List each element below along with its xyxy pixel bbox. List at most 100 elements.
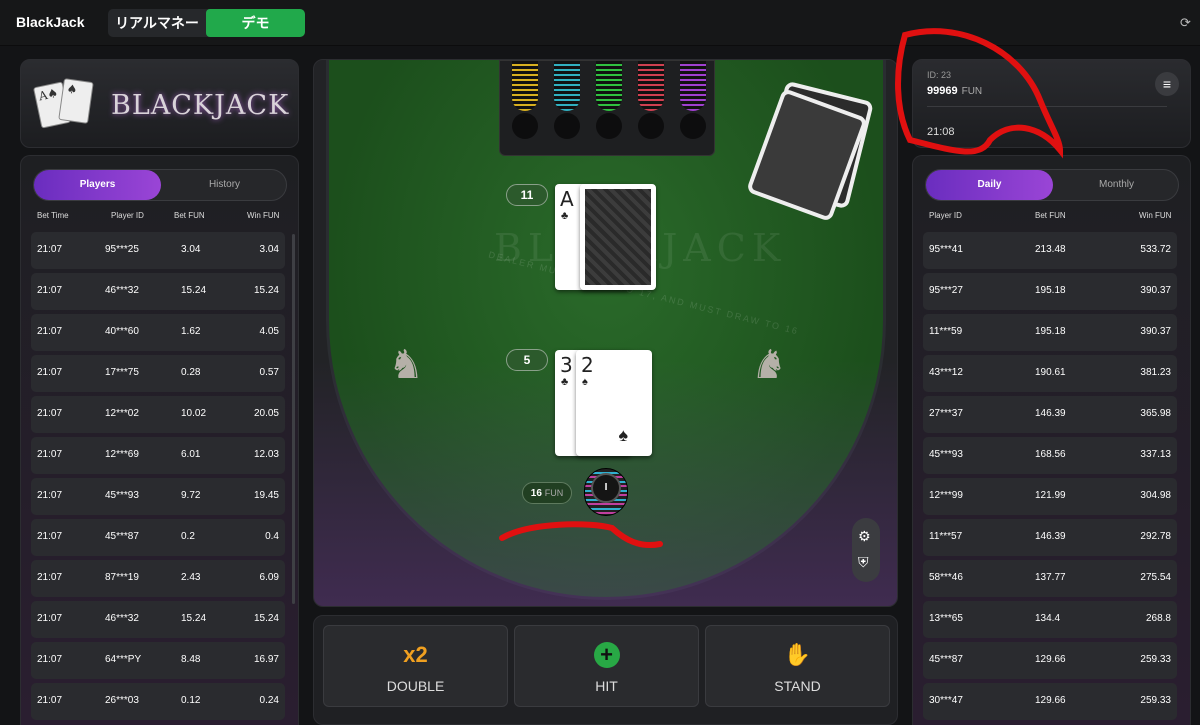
club-icon: ♣ (561, 210, 569, 222)
cell-bet: 8.48 (181, 654, 201, 665)
account-panel: ID: 23 99969 FUN 21:08 ≡ (912, 59, 1191, 148)
table-row: 21:07 45***93 9.72 19.45 (31, 478, 285, 515)
table-row: 45***93 168.56 337.13 (923, 437, 1177, 474)
table-row: 21:07 95***25 3.04 3.04 (31, 232, 285, 269)
cell-player: 12***69 (105, 449, 139, 460)
cell-bet: 0.2 (181, 531, 195, 542)
column-header-win: Win FUN (1139, 211, 1172, 220)
divider (927, 106, 1167, 107)
mode-toggle[interactable]: リアルマネー デモ (108, 9, 305, 37)
cell-bet: 146.39 (1035, 531, 1066, 542)
cell-player: 17***75 (105, 367, 139, 378)
hit-plus-glyph: + (593, 642, 620, 668)
real-money-mode-button[interactable]: リアルマネー (108, 9, 206, 37)
cell-bet: 137.77 (1035, 572, 1066, 583)
chip-stack[interactable] (638, 61, 664, 111)
cell-player: 45***93 (929, 449, 963, 460)
cell-bet: 129.66 (1035, 695, 1066, 706)
players-tabs: Players History (33, 169, 287, 201)
cell-player: 46***32 (105, 285, 139, 296)
cell-player: 45***87 (105, 531, 139, 542)
cell-win: 3.04 (259, 244, 279, 255)
cell-time: 21:07 (37, 490, 63, 501)
cell-bet: 146.39 (1035, 408, 1066, 419)
cell-bet: 129.66 (1035, 654, 1066, 665)
refresh-icon[interactable]: ⟳ (1180, 16, 1194, 30)
cell-bet: 15.24 (181, 285, 207, 296)
cell-time: 21:07 (37, 449, 63, 460)
column-header-bet: Bet FUN (174, 211, 205, 220)
demo-mode-button[interactable]: デモ (206, 9, 305, 37)
chip-slot (638, 113, 664, 139)
spade-icon: ♠ (582, 376, 588, 388)
cell-bet: 2.43 (181, 572, 201, 583)
column-header-win: Win FUN (247, 211, 280, 220)
logo-cards-icon: A♠ ♠ (32, 78, 107, 130)
cell-time: 21:07 (37, 367, 63, 378)
shield-icon[interactable]: ⛨ (858, 554, 869, 571)
card-rank: A (560, 187, 574, 211)
tab-daily[interactable]: Daily (926, 170, 1053, 200)
cell-win: 4.05 (259, 326, 279, 337)
chip-stack[interactable] (554, 61, 580, 111)
table-row: 95***27 195.18 390.37 (923, 273, 1177, 310)
cell-bet: 3.04 (181, 244, 201, 255)
dealer-score: 11 (506, 184, 548, 206)
hit-button[interactable]: + HIT (514, 625, 699, 707)
double-button[interactable]: x2 DOUBLE (323, 625, 508, 707)
settings-icon[interactable]: ⚙ (858, 528, 871, 545)
cell-win: 381.23 (1140, 367, 1171, 378)
bet-currency: FUN (544, 488, 564, 498)
tab-monthly[interactable]: Monthly (1053, 170, 1180, 200)
chip-slot (512, 113, 538, 139)
balance-value: 99969 (927, 85, 958, 97)
cell-time: 21:07 (37, 408, 63, 419)
chip-stack[interactable] (680, 61, 706, 111)
players-scrollbar[interactable] (292, 234, 295, 604)
card-rank: 2 (581, 353, 594, 377)
bet-chip-stack[interactable]: I (584, 468, 628, 516)
cell-win: 16.97 (253, 654, 279, 665)
double-label: DOUBLE (386, 678, 445, 694)
table-row: 43***12 190.61 381.23 (923, 355, 1177, 392)
chip-slot (680, 113, 706, 139)
chip-tray (499, 60, 715, 156)
cell-bet: 6.01 (181, 449, 201, 460)
cell-bet: 9.72 (181, 490, 201, 501)
logo-card-spade: ♠ (58, 78, 94, 124)
cell-win: 533.72 (1140, 244, 1171, 255)
table-row: 21:07 17***75 0.28 0.57 (31, 355, 285, 392)
cell-time: 21:07 (37, 572, 63, 583)
bet-chip-label: I (591, 473, 621, 503)
table-row: 21:07 87***19 2.43 6.09 (31, 560, 285, 597)
cell-time: 21:07 (37, 531, 63, 542)
leaderboard-panel: Daily Monthly Player ID Bet FUN Win FUN … (912, 155, 1191, 725)
tab-players[interactable]: Players (34, 170, 161, 200)
cell-win: 12.03 (253, 449, 279, 460)
spade-icon: ♠ (618, 425, 628, 445)
cell-player: 12***02 (105, 408, 139, 419)
cell-bet: 195.18 (1035, 285, 1066, 296)
cell-player: 12***99 (929, 490, 963, 501)
menu-icon[interactable]: ≡ (1155, 72, 1179, 96)
tab-history[interactable]: History (161, 170, 288, 200)
cell-player: 40***60 (105, 326, 139, 337)
club-icon: ♣ (561, 376, 569, 388)
cell-player: 27***37 (929, 408, 963, 419)
cell-win: 15.24 (253, 613, 279, 624)
chip-stack[interactable] (512, 61, 538, 111)
cell-win: 275.54 (1140, 572, 1171, 583)
cell-win: 259.33 (1140, 695, 1171, 706)
table-row: 21:07 46***32 15.24 15.24 (31, 273, 285, 310)
cell-win: 292.78 (1140, 531, 1171, 542)
cell-bet: 0.28 (181, 367, 201, 378)
cell-time: 21:07 (37, 285, 63, 296)
table-row: 21:07 40***60 1.62 4.05 (31, 314, 285, 351)
table-row: 30***47 129.66 259.33 (923, 683, 1177, 720)
cell-time: 21:07 (37, 613, 63, 624)
top-bar: BlackJack リアルマネー デモ ⟳ (0, 0, 1200, 46)
chip-stack[interactable] (596, 61, 622, 111)
stand-button[interactable]: ✋ STAND (705, 625, 890, 707)
cell-bet: 1.62 (181, 326, 201, 337)
cell-win: 15.24 (253, 285, 279, 296)
